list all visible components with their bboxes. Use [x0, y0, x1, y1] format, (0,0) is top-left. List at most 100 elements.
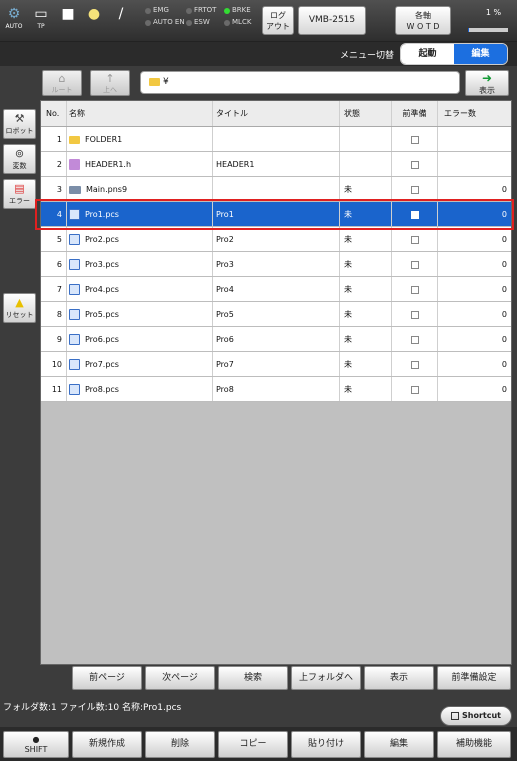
- up-button[interactable]: ↑ 上へ: [90, 70, 130, 96]
- row-title: Pro6: [213, 327, 340, 351]
- warning-icon: ▲: [15, 296, 24, 309]
- row-name: FOLDER1: [67, 127, 213, 151]
- parent-folder-button[interactable]: 上フォルダへ: [291, 666, 361, 690]
- next-page-button[interactable]: 次ページ: [145, 666, 215, 690]
- stop-square-icon[interactable]: ■: [57, 5, 79, 23]
- col-prep[interactable]: 前準備: [392, 101, 438, 126]
- row-name: Main.pns9: [67, 177, 213, 201]
- indicator-esw: ESW: [186, 18, 210, 28]
- show-button[interactable]: ➜ 表示: [465, 70, 509, 96]
- program-file-icon: [69, 359, 80, 370]
- paste-button[interactable]: 貼り付け: [291, 731, 361, 758]
- menu-toggle[interactable]: 起動 編集: [400, 43, 508, 65]
- table-row[interactable]: 9 Pro6.pcs Pro6 未 0: [41, 327, 511, 352]
- speed-indicator[interactable]: 1 %: [465, 8, 510, 34]
- table-row[interactable]: 7 Pro4.pcs Pro4 未 0: [41, 277, 511, 302]
- row-name: Pro3.pcs: [67, 252, 213, 276]
- prep-checkbox[interactable]: [410, 335, 419, 344]
- table-row[interactable]: 8 Pro5.pcs Pro5 未 0: [41, 302, 511, 327]
- error-button[interactable]: ▤ エラー: [3, 179, 36, 209]
- row-number: 9: [41, 327, 67, 351]
- shortcut-icon: [451, 711, 459, 720]
- row-state: 未: [340, 227, 392, 251]
- path-field[interactable]: ¥: [140, 71, 460, 94]
- root-button[interactable]: ⌂ ルート: [42, 70, 82, 96]
- row-name-text: HEADER1.h: [85, 160, 132, 169]
- row-name-text: Pro6.pcs: [85, 335, 119, 344]
- table-row[interactable]: 5 Pro2.pcs Pro2 未 0: [41, 227, 511, 252]
- menu-option-edit[interactable]: 編集: [454, 44, 507, 64]
- program-file-icon: [69, 334, 80, 345]
- row-state: 未: [340, 327, 392, 351]
- bottom-bar: ● SHIFT 新規作成 削除 コピー 貼り付け 編集 補助機能: [0, 727, 517, 761]
- row-name: Pro5.pcs: [67, 302, 213, 326]
- error-button-label: エラー: [9, 197, 30, 205]
- wrench-icon[interactable]: /: [110, 5, 132, 23]
- logout-button[interactable]: ログ アウト: [262, 6, 294, 35]
- lightbulb-icon[interactable]: ●: [83, 5, 105, 23]
- row-title-text: Pro6: [216, 335, 234, 344]
- table-row[interactable]: 1 FOLDER1: [41, 127, 511, 152]
- col-title[interactable]: タイトル: [213, 101, 340, 126]
- prep-checkbox[interactable]: [410, 310, 419, 319]
- row-state: 未: [340, 352, 392, 376]
- col-name[interactable]: 名称: [67, 101, 213, 126]
- prep-checkbox[interactable]: [410, 160, 419, 169]
- table-row[interactable]: 6 Pro3.pcs Pro3 未 0: [41, 252, 511, 277]
- prep-checkbox[interactable]: [410, 360, 419, 369]
- axis-label: 各軸: [415, 11, 431, 20]
- robot-button[interactable]: ⚒ ロボット: [3, 109, 36, 139]
- row-name-text: FOLDER1: [85, 135, 123, 144]
- axis-button[interactable]: 各軸 W O T D: [395, 6, 451, 35]
- row-name: Pro7.pcs: [67, 352, 213, 376]
- prev-page-button[interactable]: 前ページ: [72, 666, 142, 690]
- row-title: [213, 127, 340, 151]
- indicator-brke: BRKE: [224, 6, 251, 16]
- edit-button[interactable]: 編集: [364, 731, 434, 758]
- row-name-text: Pro7.pcs: [85, 360, 119, 369]
- model-button[interactable]: VMB-2515: [298, 6, 366, 35]
- program-file-icon: [69, 259, 80, 270]
- shift-button[interactable]: ● SHIFT: [3, 731, 69, 758]
- teach-pendant-icon[interactable]: ▭ TP: [30, 5, 52, 31]
- indicator-mlck: MLCK: [224, 18, 251, 28]
- search-button[interactable]: 検索: [218, 666, 288, 690]
- selection-highlight: [35, 199, 514, 230]
- variable-button-label: 変数: [12, 162, 27, 170]
- delete-button[interactable]: 削除: [145, 731, 215, 758]
- variable-button[interactable]: ⊚ 変数: [3, 144, 36, 174]
- row-state: 未: [340, 252, 392, 276]
- row-state: 未: [340, 377, 392, 401]
- row-state-text: 未: [344, 185, 352, 194]
- show-arrow-icon: ➜: [481, 71, 493, 85]
- copy-button[interactable]: コピー: [218, 731, 288, 758]
- prep-checkbox[interactable]: [410, 260, 419, 269]
- reset-button[interactable]: ▲ リセット: [3, 293, 36, 323]
- aux-function-button[interactable]: 補助機能: [437, 731, 511, 758]
- prep-settings-button[interactable]: 前準備設定: [437, 666, 511, 690]
- col-no[interactable]: No.: [41, 101, 67, 126]
- file-table: No. 名称 タイトル 状態 前準備 エラー数 1 FOLDER1 2 HEADER1…: [40, 100, 512, 665]
- table-row[interactable]: 11 Pro8.pcs Pro8 未 0: [41, 377, 511, 402]
- prep-checkbox[interactable]: [410, 285, 419, 294]
- row-name: Pro2.pcs: [67, 227, 213, 251]
- row-name-text: Main.pns9: [86, 185, 128, 194]
- row-state: 未: [340, 302, 392, 326]
- row-errors-text: 0: [501, 260, 507, 269]
- new-button[interactable]: 新規作成: [72, 731, 142, 758]
- prep-checkbox[interactable]: [410, 135, 419, 144]
- shortcut-button[interactable]: Shortcut: [440, 706, 512, 726]
- row-number-text: 6: [56, 260, 62, 269]
- robot-arm-icon[interactable]: ⚙ AUTO: [3, 5, 25, 31]
- root-button-label: ルート: [51, 86, 73, 94]
- prep-checkbox[interactable]: [410, 185, 419, 194]
- menu-option-start[interactable]: 起動: [401, 44, 454, 64]
- display-button[interactable]: 表示: [364, 666, 434, 690]
- table-row[interactable]: 2 HEADER1.h HEADER1: [41, 152, 511, 177]
- prep-checkbox[interactable]: [410, 235, 419, 244]
- prep-checkbox[interactable]: [410, 385, 419, 394]
- col-state[interactable]: 状態: [340, 101, 392, 126]
- reset-button-label: リセット: [5, 311, 34, 319]
- table-row[interactable]: 10 Pro7.pcs Pro7 未 0: [41, 352, 511, 377]
- col-errors[interactable]: エラー数: [438, 101, 511, 126]
